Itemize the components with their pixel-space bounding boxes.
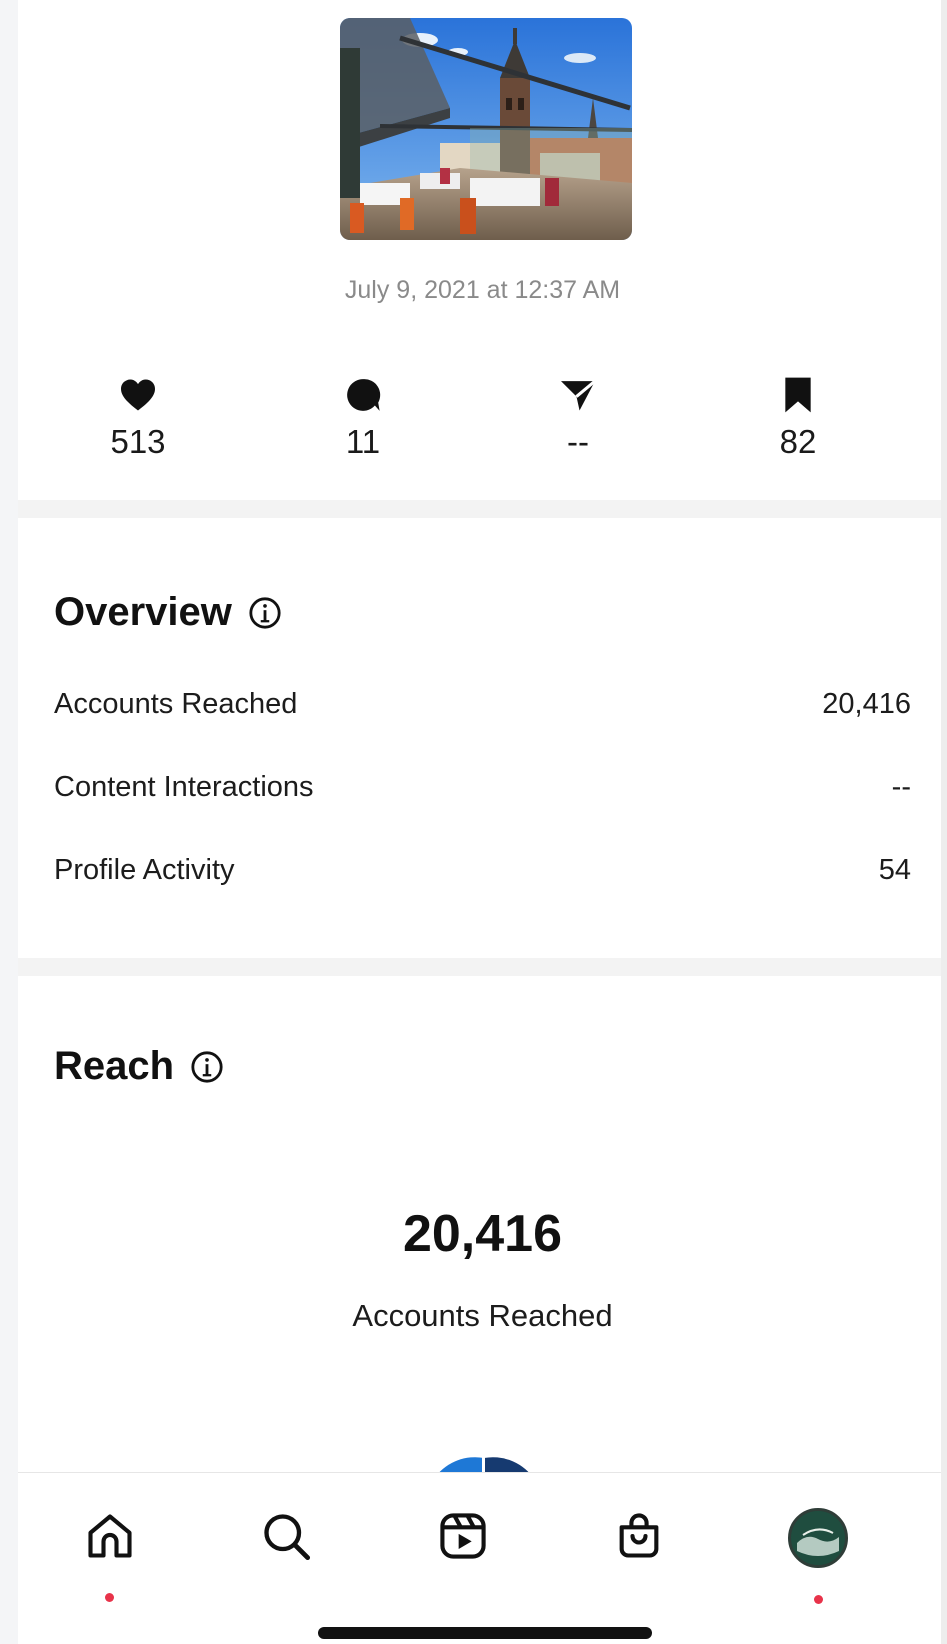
- share-icon: [508, 375, 648, 415]
- overview-row-accounts-reached[interactable]: Accounts Reached 20,416: [54, 688, 911, 721]
- reach-total: 20,416: [402, 1205, 563, 1263]
- comment-icon: [293, 375, 433, 415]
- shop-icon: [613, 1510, 665, 1567]
- reels-icon: [437, 1510, 489, 1567]
- likes-count: 513: [110, 423, 166, 460]
- insights-screen: July 9, 2021 at 12:37 AM 513 11 -- 82 Ov…: [18, 0, 947, 1644]
- row-label: Profile Activity: [54, 854, 235, 886]
- bookmark-icon: [728, 375, 868, 415]
- row-value: 20,416: [822, 688, 911, 720]
- shares-stat: --: [508, 375, 648, 461]
- home-notification-dot: [105, 1593, 114, 1602]
- saves-count: 82: [779, 423, 817, 460]
- home-indicator[interactable]: [318, 1627, 652, 1639]
- screen-edge: [941, 0, 947, 1644]
- reels-tab[interactable]: [428, 1503, 498, 1573]
- comments-count: 11: [345, 423, 381, 460]
- shares-count: --: [567, 423, 589, 460]
- home-icon: [84, 1510, 136, 1567]
- search-icon: [260, 1510, 312, 1567]
- profile-tab[interactable]: [783, 1503, 853, 1573]
- comments-stat: 11: [293, 375, 433, 461]
- section-divider: [18, 500, 947, 518]
- post-date: July 9, 2021 at 12:37 AM: [344, 276, 621, 304]
- row-value: --: [891, 771, 911, 803]
- info-icon[interactable]: [190, 1050, 224, 1084]
- likes-stat: 513: [68, 375, 208, 461]
- post-thumbnail[interactable]: [340, 18, 632, 240]
- row-label: Accounts Reached: [54, 688, 298, 720]
- shop-tab[interactable]: [604, 1503, 674, 1573]
- search-tab[interactable]: [251, 1503, 321, 1573]
- reach-heading: Reach: [54, 1044, 175, 1088]
- section-divider: [18, 958, 947, 976]
- info-icon[interactable]: [248, 596, 282, 630]
- profile-notification-dot: [814, 1595, 823, 1604]
- heart-icon: [68, 375, 208, 415]
- post-image: [340, 18, 632, 240]
- overview-heading: Overview: [54, 590, 232, 634]
- profile-avatar: [788, 1508, 848, 1568]
- saves-stat: 82: [728, 375, 868, 461]
- overview-title: Overview: [54, 590, 282, 635]
- reach-total-label: Accounts Reached: [352, 1298, 613, 1333]
- reach-title: Reach: [54, 1044, 224, 1089]
- avatar-logo: [791, 1511, 845, 1565]
- bottom-tab-bar: [18, 1472, 947, 1644]
- home-tab[interactable]: [75, 1503, 145, 1573]
- row-label: Content Interactions: [54, 771, 314, 803]
- overview-row-content-interactions[interactable]: Content Interactions --: [54, 771, 911, 804]
- overview-row-profile-activity[interactable]: Profile Activity 54: [54, 854, 911, 887]
- row-value: 54: [878, 854, 911, 886]
